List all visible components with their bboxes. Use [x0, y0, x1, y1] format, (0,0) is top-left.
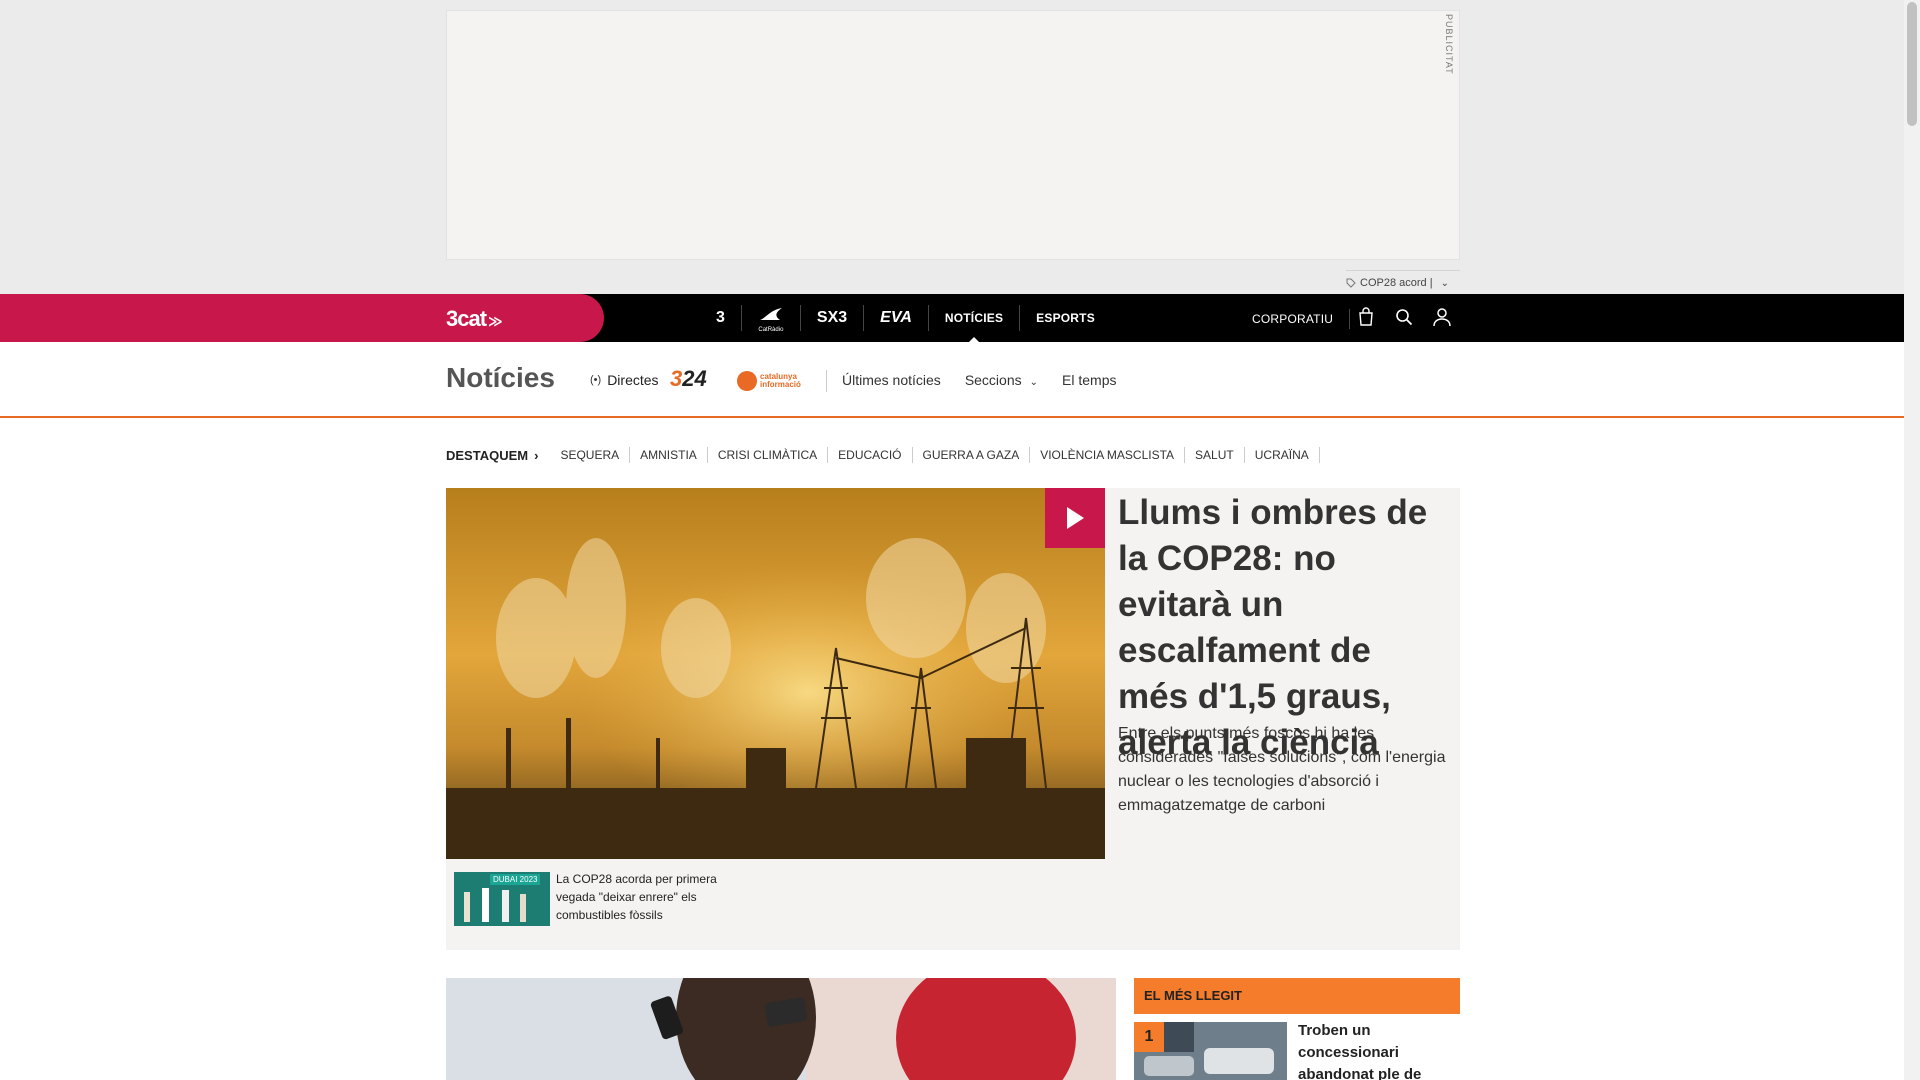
catradio-logo-icon[interactable]: CatRàdio: [742, 305, 801, 333]
brand-label: 3cat: [446, 306, 487, 331]
subnav-seccions[interactable]: Seccions ⌄: [965, 372, 1038, 388]
user-icon[interactable]: [1432, 306, 1452, 328]
subnav-seccions-label: Seccions: [964, 372, 1022, 388]
catalunya-informacio-logo[interactable]: catalunya informació: [737, 371, 820, 391]
nav-icon-group: [1356, 306, 1452, 328]
tag-violencia-masclista[interactable]: VIOLÈNCIA MASCLISTA: [1030, 447, 1186, 463]
catalunya-informacio-label: catalunya informació: [760, 372, 801, 389]
advertisement-banner[interactable]: [446, 10, 1460, 260]
nav-corporatiu[interactable]: CORPORATIU: [1252, 309, 1351, 329]
topic-ticker[interactable]: COP28 acord | ⌄: [1346, 270, 1460, 295]
live-broadcast-icon: (•): [590, 374, 602, 386]
tag-educacio[interactable]: EDUCACIÓ: [828, 447, 913, 463]
tag-sequera[interactable]: SEQUERA: [550, 447, 631, 463]
tag-amnistia[interactable]: AMNISTIA: [630, 447, 708, 463]
sx3-logo-icon[interactable]: SX3: [801, 305, 865, 331]
secondary-story-image[interactable]: [446, 978, 1116, 1080]
3cat-logo[interactable]: 3cat ≫: [446, 306, 503, 332]
related-story-headline[interactable]: La COP28 acorda per primera vegada "deix…: [556, 870, 752, 924]
search-icon[interactable]: [1394, 306, 1414, 328]
tag-ucraina[interactable]: UCRAÏNA: [1245, 447, 1320, 463]
most-read-panel: EL MÉS LLEGIT 1 Troben un concessionari …: [1134, 978, 1460, 1080]
brand-arrows-icon: ≫: [488, 313, 503, 329]
eva-logo-icon[interactable]: EVA: [864, 305, 929, 331]
nav-esports[interactable]: ESPORTS: [1020, 305, 1111, 331]
tag-salut[interactable]: SALUT: [1185, 447, 1245, 463]
catalunya-informacio-mark-icon: [737, 371, 757, 391]
most-read-title: EL MÉS LLEGIT: [1134, 978, 1460, 1014]
most-read-item[interactable]: 1 Troben un concessionari abandonat ple …: [1134, 1014, 1460, 1080]
tv3-logo-icon[interactable]: 3: [700, 305, 742, 331]
play-video-button[interactable]: [1045, 488, 1105, 548]
catradio-label: CatRàdio: [758, 327, 784, 333]
page-title[interactable]: Notícies: [446, 362, 555, 394]
section-subnav: Últimes notícies Seccions ⌄ El temps: [842, 372, 1116, 388]
tag-crisi-climatica[interactable]: CRISI CLIMÀTICA: [708, 447, 829, 463]
scrollbar-thumb[interactable]: [1907, 2, 1917, 126]
324-logo[interactable]: 332424: [670, 366, 707, 392]
ticker-text: COP28 acord |: [1360, 277, 1433, 289]
brand-zone: 3cat ≫: [0, 294, 604, 342]
related-story-thumbnail[interactable]: DUBAI 2023: [454, 872, 550, 926]
chevron-down-icon: ⌄: [1029, 377, 1039, 388]
advertisement-label: PUBLICITAT: [1444, 14, 1454, 75]
main-story-summary: Entre els punts més foscos hi ha les con…: [1118, 725, 1446, 814]
divider: [826, 370, 827, 392]
directes-label: Directes: [607, 372, 659, 388]
destaquem-label: DESTAQUEM ›: [446, 448, 538, 463]
nav-noticies[interactable]: NOTÍCIES: [929, 305, 1021, 343]
chevron-down-icon[interactable]: ⌄: [1441, 278, 1449, 289]
main-story: Llums i ombres de la COP28: no evitarà u…: [446, 488, 1460, 950]
main-story-image[interactable]: [446, 488, 1105, 859]
top-navigation-bar: 3cat ≫ 3 CatRàdio SX3 EVA NOTÍCIES ESPORT…: [0, 294, 1904, 343]
chevron-right-icon: ›: [534, 447, 539, 463]
tag-guerra-a-gaza[interactable]: GUERRA A GAZA: [913, 447, 1031, 463]
most-read-headline[interactable]: Troben un concessionari abandonat ple de: [1298, 1020, 1448, 1080]
subnav-ultimes-noticies[interactable]: Últimes notícies: [842, 372, 941, 388]
directes-link[interactable]: (•) Directes: [590, 372, 659, 388]
subnav-el-temps[interactable]: El temps: [1062, 372, 1116, 388]
eva-label: EVA: [880, 309, 912, 326]
destaquem-text: DESTAQUEM: [446, 447, 529, 463]
sx3-label: SX3: [816, 309, 848, 326]
rank-badge: 1: [1134, 1022, 1164, 1052]
highlight-tags: DESTAQUEM › SEQUERA AMNISTIA CRISI CLIMÀT…: [446, 446, 1320, 464]
tag-icon: [1346, 278, 1356, 288]
section-header: Notícies (•) Directes 332424 catalunya i…: [0, 342, 1904, 418]
page-scrollbar[interactable]: [1904, 0, 1920, 1080]
shop-bag-icon[interactable]: [1356, 306, 1376, 328]
tv3-label: 3: [716, 309, 725, 326]
channel-links: 3 CatRàdio SX3 EVA NOTÍCIES ESPORTS: [700, 294, 1111, 343]
related-story[interactable]: DUBAI 2023 La COP28 acorda per primera v…: [454, 870, 754, 926]
advertisement-zone: PUBLICITAT COP28 acord | ⌄: [0, 0, 1904, 294]
play-icon: [1067, 507, 1084, 529]
